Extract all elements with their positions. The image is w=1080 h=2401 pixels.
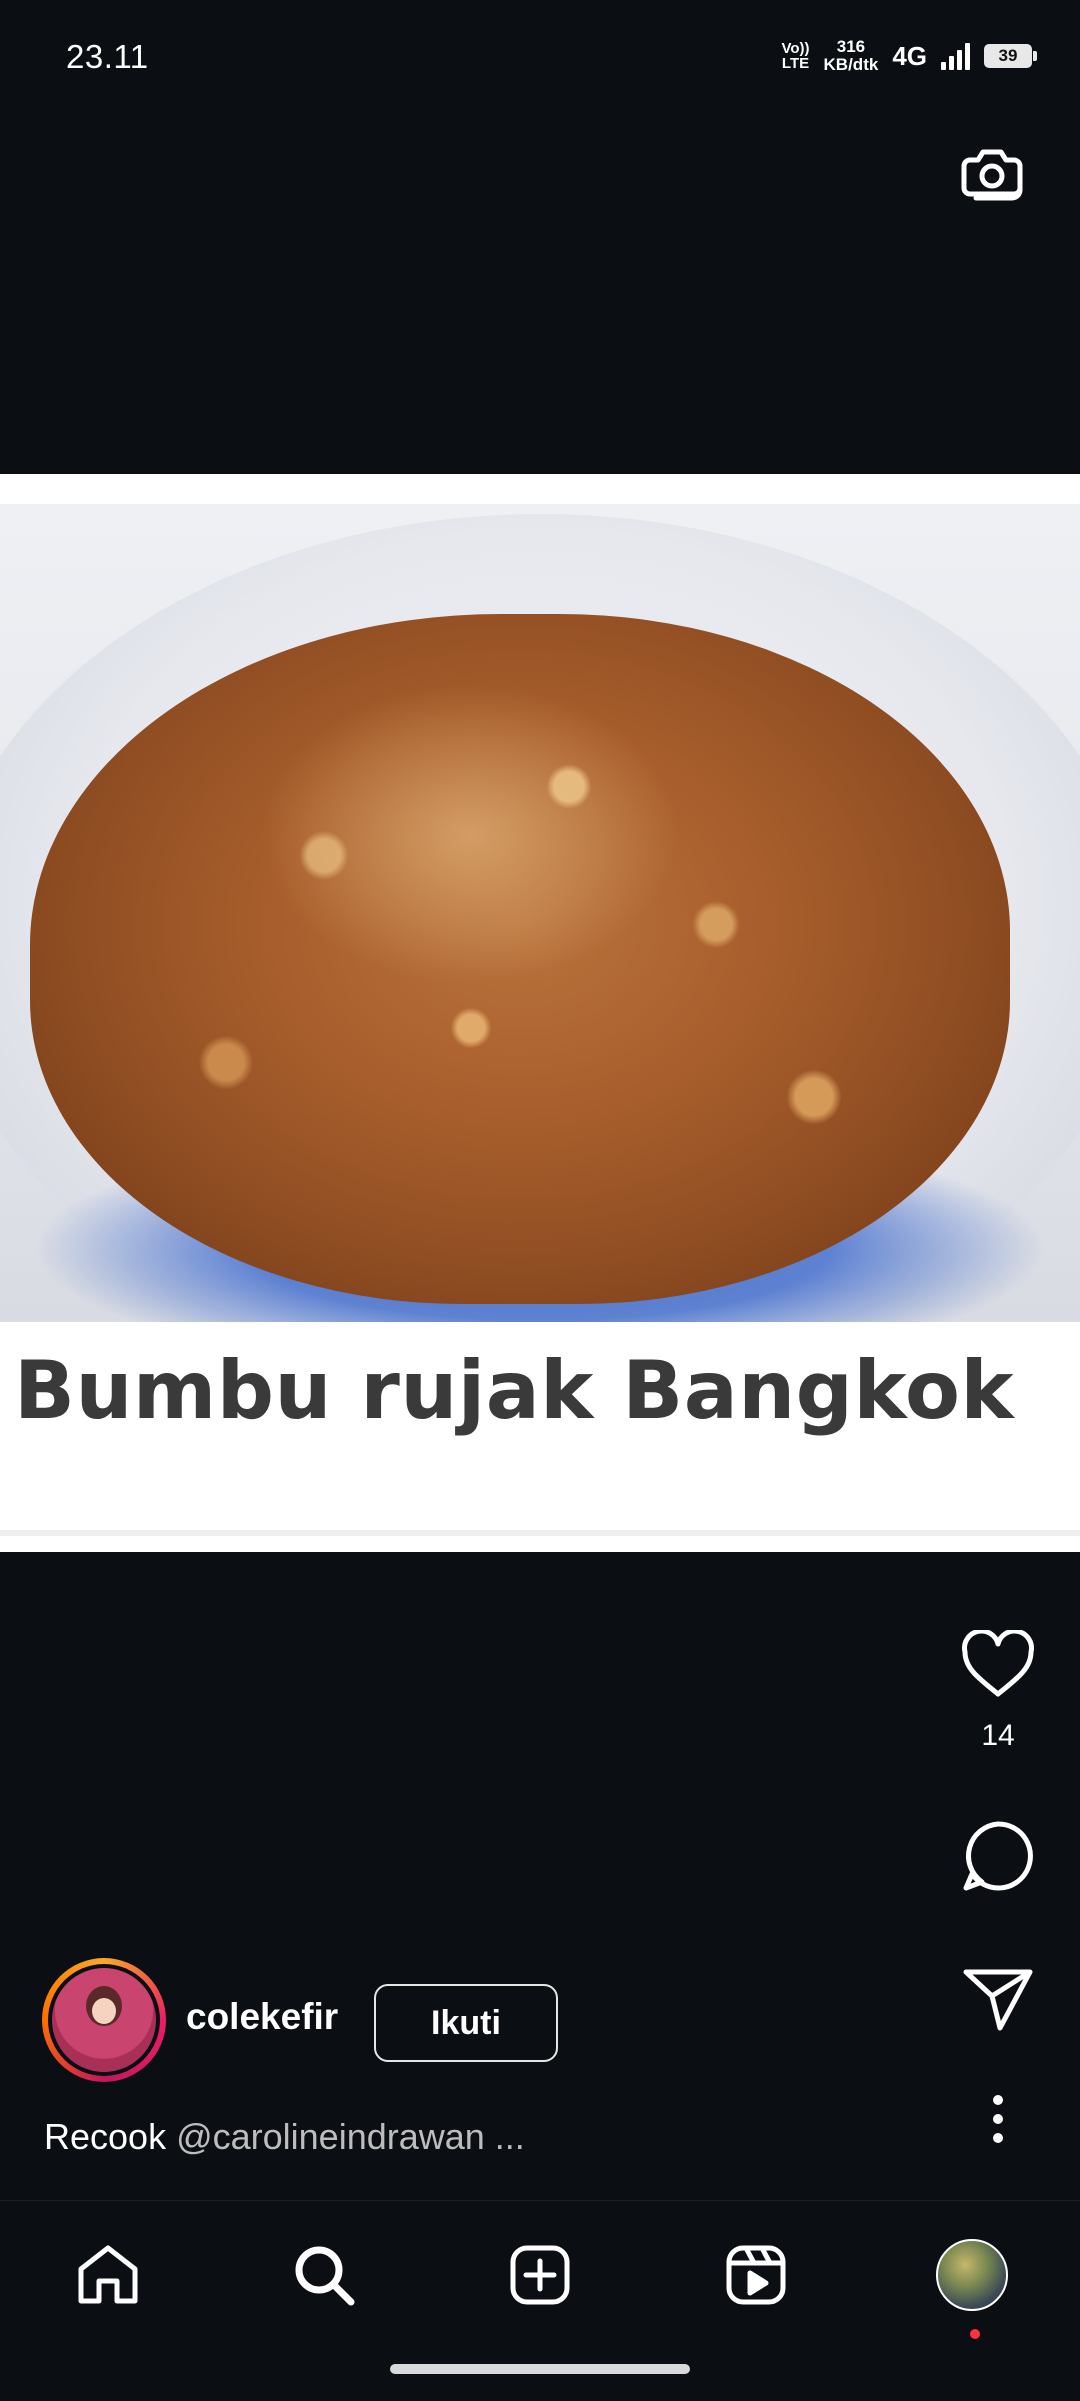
more-options-button[interactable] bbox=[958, 2094, 1038, 2144]
profile-icon bbox=[936, 2239, 1008, 2311]
author-username[interactable]: colekefir bbox=[186, 1996, 338, 2038]
caption-mention[interactable]: @carolineindrawan ... bbox=[176, 2116, 525, 2157]
nav-create[interactable] bbox=[502, 2237, 578, 2313]
like-action: 14 bbox=[958, 1628, 1038, 1753]
nav-search[interactable] bbox=[286, 2237, 362, 2313]
speed-unit: KB/dtk bbox=[823, 55, 879, 74]
heart-icon bbox=[962, 1628, 1034, 1697]
volte-indicator: Vo)) LTE bbox=[781, 41, 809, 71]
like-button[interactable] bbox=[960, 1628, 1036, 1705]
nav-profile[interactable] bbox=[934, 2237, 1010, 2339]
like-count: 14 bbox=[981, 1719, 1015, 1752]
post-media[interactable]: Bumbu rujak Bangkok bbox=[0, 474, 1080, 1552]
battery-icon: 39 bbox=[984, 44, 1037, 68]
caption-text: Recook bbox=[44, 2116, 167, 2157]
more-vertical-icon bbox=[993, 2095, 1003, 2143]
notification-dot bbox=[970, 2329, 980, 2339]
avatar-border bbox=[48, 1964, 160, 2076]
comment-button[interactable] bbox=[958, 1818, 1038, 1894]
add-post-icon bbox=[510, 2245, 570, 2305]
home-icon bbox=[78, 2245, 138, 2304]
image-title: Bumbu rujak Bangkok bbox=[14, 1344, 1015, 1437]
nav-reels[interactable] bbox=[718, 2237, 794, 2313]
search-icon bbox=[295, 2246, 355, 2306]
status-icons: Vo)) LTE 316 KB/dtk 4G 39 bbox=[781, 38, 1037, 74]
volte-label-2: LTE bbox=[781, 55, 810, 72]
volte-label-1: Vo)) bbox=[781, 40, 810, 57]
post-caption[interactable]: Recook @carolineindrawan ... bbox=[44, 2116, 525, 2158]
author-avatar[interactable] bbox=[42, 1958, 166, 2082]
signal-icon bbox=[941, 42, 970, 70]
speed-value: 316 bbox=[836, 37, 866, 56]
post-photo bbox=[0, 504, 1080, 1322]
network-speed: 316 KB/dtk bbox=[824, 38, 879, 74]
home-indicator[interactable] bbox=[390, 2364, 690, 2374]
food-highlight bbox=[260, 684, 680, 984]
avatar-image bbox=[52, 1968, 156, 2072]
reels-icon bbox=[726, 2245, 786, 2305]
status-time: 23.11 bbox=[66, 38, 149, 75]
nav-home[interactable] bbox=[70, 2237, 146, 2313]
network-type: 4G bbox=[892, 40, 927, 71]
image-divider bbox=[0, 1530, 1080, 1536]
share-button[interactable] bbox=[958, 1966, 1038, 2032]
camera-icon bbox=[961, 149, 1023, 201]
comment-icon bbox=[963, 1821, 1033, 1891]
follow-button[interactable]: Ikuti bbox=[374, 1984, 558, 2062]
send-icon bbox=[963, 1969, 1033, 2031]
camera-button[interactable] bbox=[956, 136, 1028, 208]
